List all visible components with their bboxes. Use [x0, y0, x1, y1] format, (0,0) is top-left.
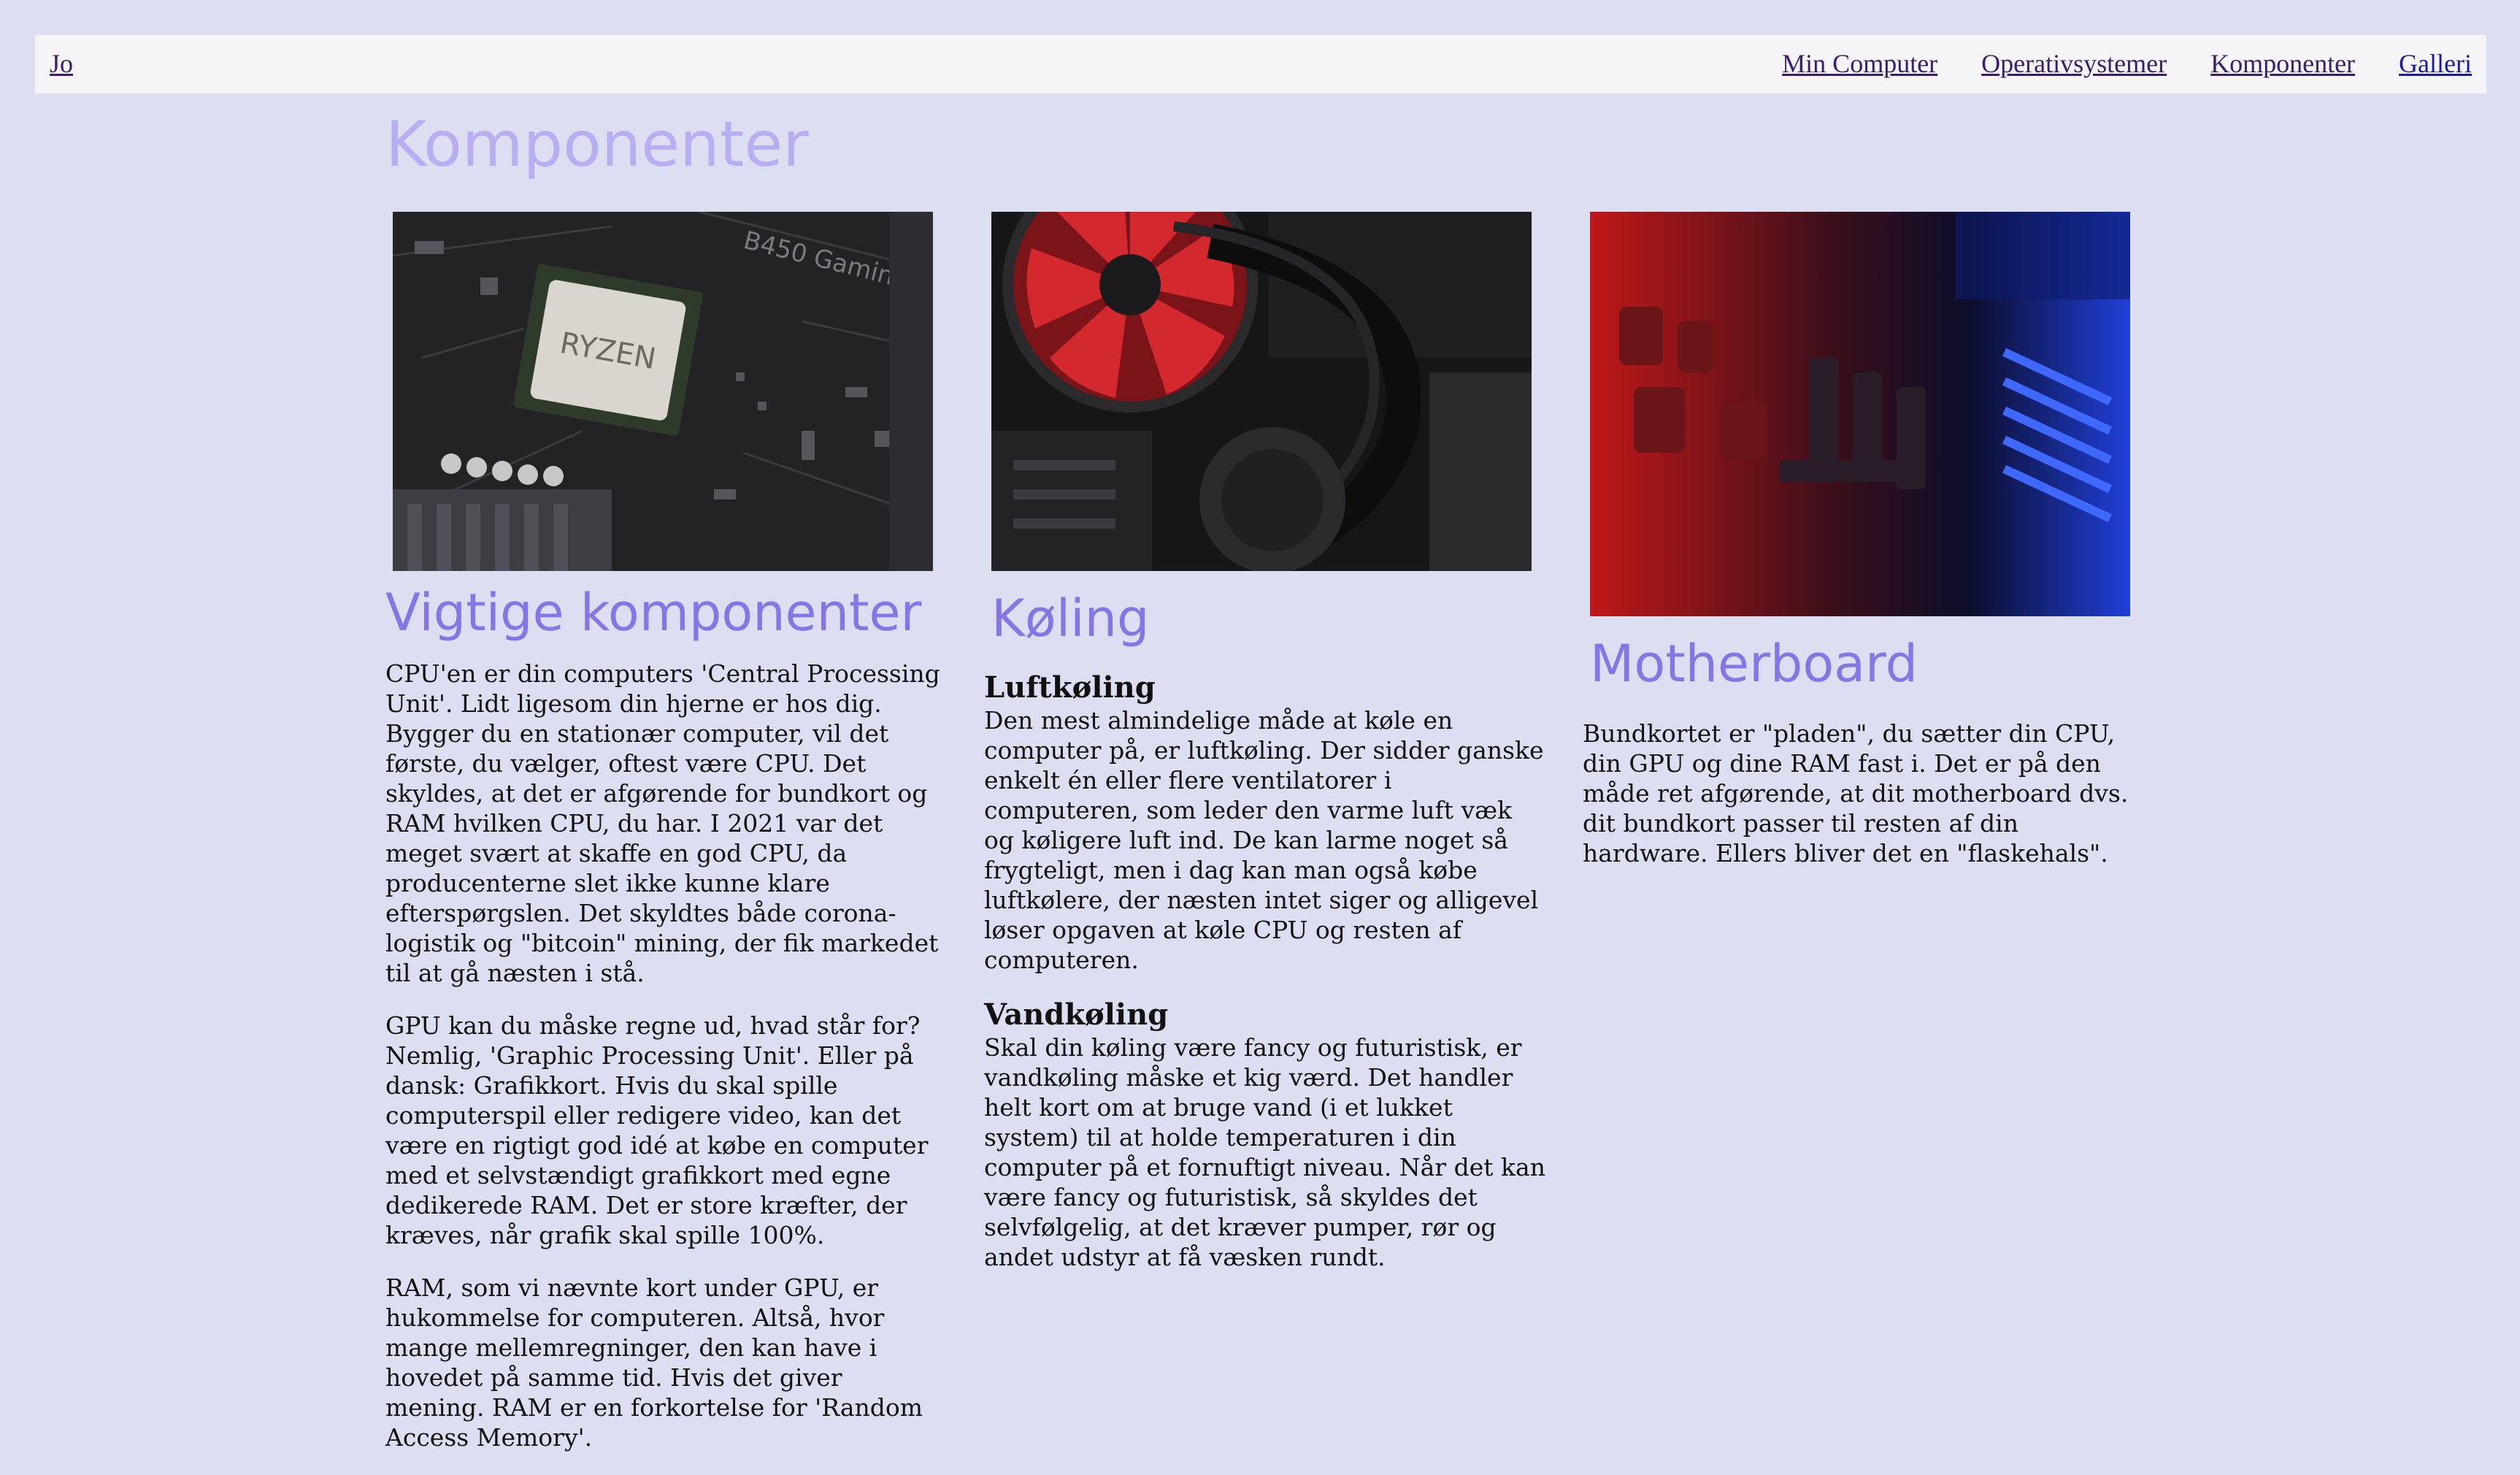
heading-koling: Køling [991, 589, 1150, 648]
paragraph-gpu: GPU kan du måske regne ud, hvad står for… [385, 1011, 929, 1249]
nav-link-komponenter[interactable]: Komponenter [2210, 48, 2355, 93]
top-navbar: Jo Min Computer Operativsystemer Kompone… [35, 35, 2486, 93]
paragraph-luftkoling: Den mest almindelige måde at køle en com… [984, 706, 1544, 974]
cpu-motherboard-image: RYZEN B450 Gaming K4 [393, 212, 933, 571]
nav-link-min-computer[interactable]: Min Computer [1782, 48, 1937, 93]
brand-link[interactable]: Jo [50, 48, 73, 79]
nav-link-operativsystemer[interactable]: Operativsystemer [1981, 48, 2167, 93]
subheading-vandkoling: Vandkøling [984, 997, 1169, 1032]
paragraph-cpu: CPU'en er din computers 'Central Process… [385, 659, 940, 987]
motherboard-image [1590, 212, 2130, 616]
paragraph-ram: RAM, som vi nævnte kort under GPU, er hu… [385, 1273, 923, 1452]
heading-vigtige-komponenter: Vigtige komponenter [385, 583, 922, 643]
nav-link-galleri[interactable]: Galleri [2399, 48, 2472, 93]
koling-text: Luftkøling Den mest almindelige måde at … [984, 670, 1546, 1295]
paragraph-vandkoling: Skal din køling være fancy og futuristis… [984, 1033, 1545, 1271]
heading-motherboard: Motherboard [1590, 634, 1918, 694]
cooling-fan-image [991, 212, 1532, 571]
vigtige-komponenter-text: CPU'en er din computers 'Central Process… [385, 659, 948, 1475]
subheading-luftkoling: Luftkøling [984, 670, 1156, 705]
paragraph-motherboard: Bundkortet er "pladen", du sætter din CP… [1583, 719, 2129, 867]
page-title: Komponenter [385, 108, 809, 181]
motherboard-text: Bundkortet er "pladen", du sætter din CP… [1583, 719, 2145, 891]
nav-links: Min Computer Operativsystemer Komponente… [1782, 35, 2472, 93]
